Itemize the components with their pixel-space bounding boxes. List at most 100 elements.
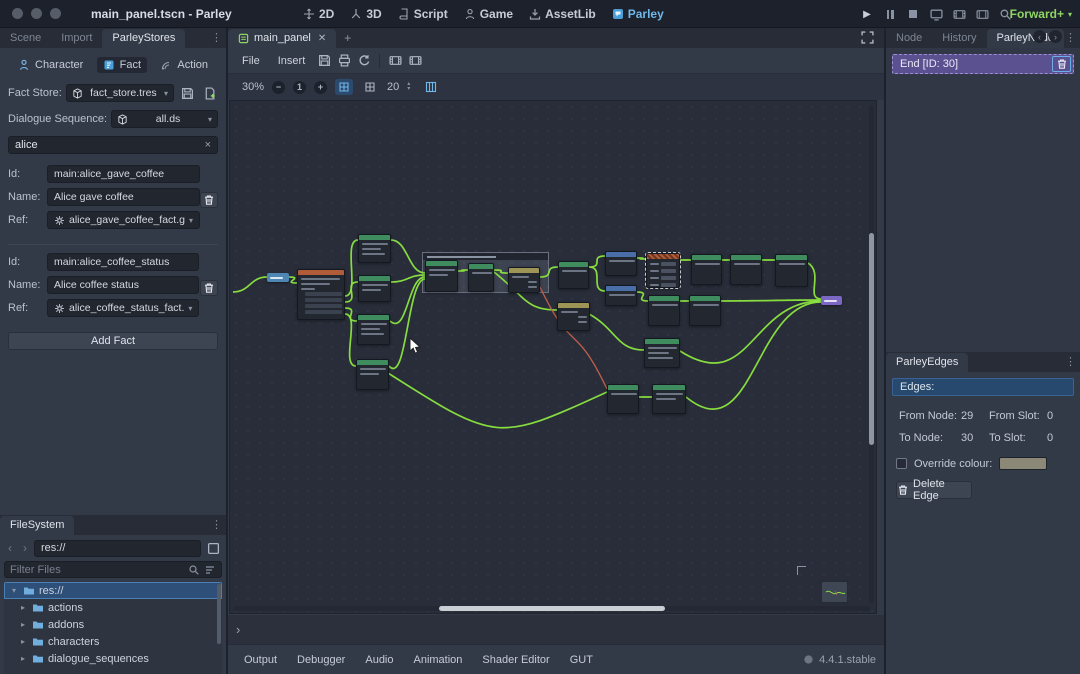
file-menu[interactable]: File	[234, 52, 268, 70]
history-back-icon[interactable]: ‹	[4, 541, 16, 555]
colour-swatch[interactable]	[999, 457, 1047, 470]
bottom-panel-animation[interactable]: Animation	[406, 651, 471, 669]
tab-parleystores[interactable]: ParleyStores	[102, 29, 185, 48]
graph-node-condition_alt[interactable]	[605, 285, 637, 306]
film-strip-icon[interactable]	[386, 52, 404, 70]
chevron-right-icon[interactable]: ▸	[18, 620, 28, 629]
graph-node-dialogue[interactable]	[644, 338, 680, 368]
graph-node-end[interactable]	[821, 296, 842, 305]
graph-node-action[interactable]	[646, 253, 680, 288]
main-screen-parley[interactable]: Parley	[612, 7, 664, 21]
current-path-field[interactable]: res://	[34, 540, 201, 557]
store-type-character[interactable]: Character	[12, 57, 89, 73]
graph-node-condition[interactable]	[557, 302, 590, 331]
chevron-down-icon[interactable]: ▾	[9, 586, 19, 595]
movie-writer-icon[interactable]	[975, 7, 989, 21]
zoom-out-button[interactable]: −	[272, 81, 285, 94]
fact-ref-select[interactable]: alice_coffee_status_fact. ▾	[47, 299, 199, 317]
chevron-right-icon[interactable]: ▸	[18, 654, 28, 663]
graph-vscrollbar[interactable]	[869, 105, 874, 603]
bottom-panel-debugger[interactable]: Debugger	[289, 651, 353, 669]
delete-node-button[interactable]	[1052, 56, 1071, 72]
graph-node-dialogue[interactable]	[425, 260, 458, 292]
new-tab-button[interactable]: +	[336, 28, 359, 48]
fact-search-input[interactable]: alice ×	[8, 136, 218, 154]
graph-node-dialogue[interactable]	[607, 384, 639, 414]
graph-edge[interactable]	[391, 240, 425, 273]
tree-item-addons[interactable]: ▸ addons	[4, 616, 222, 633]
store-type-fact[interactable]: Fact	[97, 57, 147, 73]
save-icon[interactable]	[315, 52, 333, 70]
save-fact-store-button[interactable]	[178, 84, 196, 102]
graph-node-dialogue[interactable]	[691, 254, 722, 285]
tab-scene[interactable]: Scene	[0, 29, 51, 48]
new-fact-store-button[interactable]	[200, 84, 218, 102]
print-icon[interactable]	[335, 52, 353, 70]
filter-files-input[interactable]: Filter Files	[4, 561, 222, 578]
bottom-panel-shader-editor[interactable]: Shader Editor	[474, 651, 557, 669]
close-window-icon[interactable]	[12, 8, 23, 19]
main-screen-assetlib[interactable]: AssetLib	[529, 7, 596, 21]
grid-size-value[interactable]: 20	[387, 81, 399, 93]
graph-node-condition_alt[interactable]	[605, 251, 637, 276]
graph-node-dialogue[interactable]	[356, 359, 389, 390]
graph-node-dialogue[interactable]	[648, 295, 680, 326]
grid-toggle-icon[interactable]	[361, 79, 379, 95]
bottom-panel-expander[interactable]: ›	[228, 615, 884, 644]
graph-node-dialogue[interactable]	[357, 314, 390, 345]
fact-name-field[interactable]: Alice gave coffee	[47, 188, 200, 206]
delete-edge-button[interactable]: Delete Edge	[896, 481, 972, 499]
graph-edge[interactable]	[808, 263, 821, 299]
delete-fact-button[interactable]	[200, 280, 218, 296]
bottom-panel-output[interactable]: Output	[236, 651, 285, 669]
graph-edge[interactable]	[391, 275, 425, 282]
graph-edge[interactable]	[388, 373, 607, 428]
minimap-toggle-icon[interactable]	[422, 79, 440, 95]
graph-edge[interactable]	[345, 282, 358, 302]
main-screen-game[interactable]: Game	[464, 7, 513, 21]
tab-filesystem[interactable]: FileSystem	[0, 516, 74, 535]
add-fact-button[interactable]: Add Fact	[8, 332, 218, 350]
pause-button[interactable]	[883, 7, 897, 21]
graph-node-dialogue[interactable]	[775, 254, 808, 287]
graph-node-dialogue[interactable]	[468, 263, 494, 292]
vscroll-thumb[interactable]	[869, 233, 874, 445]
tree-item-characters[interactable]: ▸ characters	[4, 633, 222, 650]
refresh-icon[interactable]	[355, 52, 373, 70]
graph-edge[interactable]	[637, 292, 648, 301]
dialogue-sequence-select[interactable]: all.ds ▾	[111, 110, 218, 128]
fact-ref-select[interactable]: alice_gave_coffee_fact.g ▾	[47, 211, 200, 229]
dock-menu-icon[interactable]: ⋮	[211, 518, 222, 531]
minimize-window-icon[interactable]	[31, 8, 42, 19]
graph-edge[interactable]	[289, 277, 297, 283]
zoom-reset-button[interactable]: 1	[293, 81, 306, 94]
renderer-select[interactable]: Forward+ ▾	[1010, 0, 1072, 28]
graph-edge[interactable]	[589, 314, 644, 350]
grid-size-spinner[interactable]: ▴▾	[407, 82, 410, 92]
fact-name-field[interactable]: Alice coffee status	[47, 276, 199, 294]
nav-back-icon[interactable]: ‹	[1033, 30, 1046, 43]
distraction-free-icon[interactable]	[861, 31, 874, 44]
graph-node-dialogue[interactable]	[358, 275, 391, 302]
hscroll-thumb[interactable]	[439, 606, 665, 611]
delete-fact-button[interactable]	[200, 192, 218, 208]
fact-store-select[interactable]: fact_store.tres ▾	[66, 84, 174, 102]
tab-main-panel[interactable]: main_panel ✕	[228, 29, 336, 48]
dock-menu-icon[interactable]: ⋮	[211, 31, 222, 44]
tree-item-actions[interactable]: ▸ actions	[4, 599, 222, 616]
tree-item-res[interactable]: ▾ res://	[4, 582, 222, 599]
graph-node-dialogue[interactable]	[730, 254, 762, 285]
fact-id-field[interactable]: main:alice_coffee_status	[47, 253, 199, 271]
bottom-panel-audio[interactable]: Audio	[357, 651, 401, 669]
remote-debug-icon[interactable]	[929, 7, 943, 21]
nav-forward-icon[interactable]: ›	[1049, 30, 1062, 43]
insert-menu[interactable]: Insert	[270, 52, 314, 70]
graph-edge[interactable]	[721, 300, 821, 301]
graph-minimap[interactable]	[821, 581, 848, 603]
graph-edge[interactable]	[233, 277, 267, 292]
clear-search-icon[interactable]: ×	[205, 139, 211, 151]
graph-node-dialogue[interactable]	[558, 261, 589, 289]
store-type-action[interactable]: Action	[154, 57, 214, 73]
graph-edge[interactable]	[345, 314, 356, 366]
tab-import[interactable]: Import	[51, 29, 102, 48]
